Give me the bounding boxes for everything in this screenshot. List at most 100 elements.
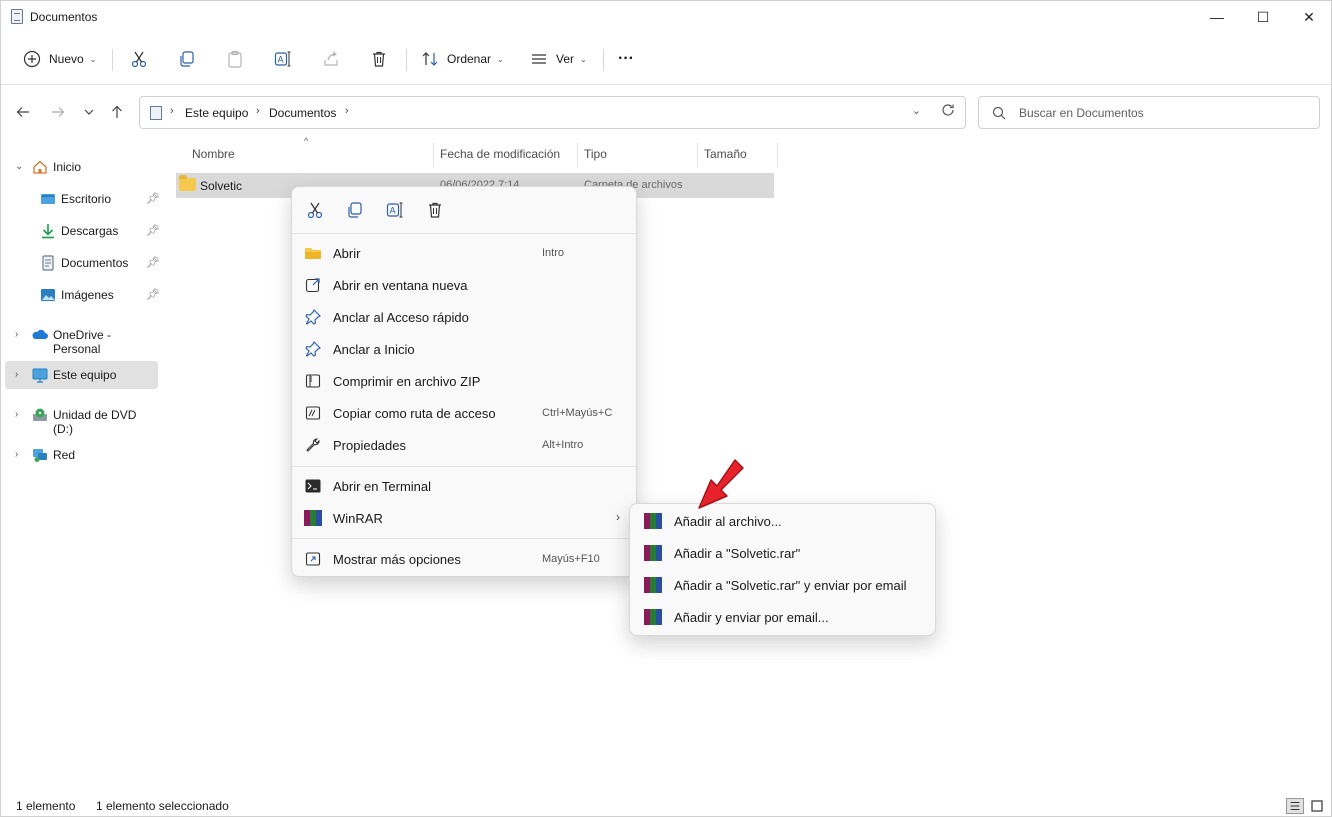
pin-icon: 📌︎ xyxy=(146,289,160,301)
column-divider[interactable] xyxy=(777,143,778,167)
sidebar-item-documentos[interactable]: Documentos 📌︎ xyxy=(5,249,160,277)
forward-button[interactable] xyxy=(47,101,69,123)
column-divider[interactable] xyxy=(697,143,698,167)
divider xyxy=(603,49,604,71)
command-bar: Nuevo ⌄ A Ordenar ⌄ Ver ⌄ ··· xyxy=(1,37,1331,81)
menu-item-abrir-ventana-nueva[interactable]: Abrir en ventana nueva xyxy=(292,269,636,301)
chevron-down-icon[interactable]: ⌄ xyxy=(912,104,921,117)
divider xyxy=(112,49,113,71)
plus-circle-icon xyxy=(21,48,43,70)
winrar-icon xyxy=(304,509,322,527)
chevron-down-icon: ⌄ xyxy=(89,54,97,64)
cut-icon[interactable] xyxy=(304,199,326,221)
column-header-size[interactable]: Tamaño xyxy=(704,147,747,161)
address-bar[interactable]: › Este equipo › Documentos › ⌄ xyxy=(139,96,966,129)
home-icon xyxy=(33,160,47,174)
chevron-down-icon[interactable]: ⌄ xyxy=(15,161,23,172)
sort-ascending-icon: ^ xyxy=(304,136,309,146)
close-button[interactable]: ✕ xyxy=(1286,1,1332,33)
menu-item-abrir-terminal[interactable]: Abrir en Terminal xyxy=(292,470,636,502)
pin-icon: 📌︎ xyxy=(146,193,160,205)
column-header-date[interactable]: Fecha de modificación xyxy=(440,147,560,161)
cut-button[interactable] xyxy=(128,45,150,73)
chevron-right-icon[interactable]: › xyxy=(15,329,18,340)
new-button[interactable]: Nuevo ⌄ xyxy=(21,45,96,73)
chevron-right-icon[interactable]: › xyxy=(15,409,18,420)
delete-icon[interactable] xyxy=(424,199,446,221)
rename-button[interactable]: A xyxy=(272,45,294,73)
menu-item-copiar-ruta[interactable]: Copiar como ruta de acceso Ctrl+Mayús+C xyxy=(292,397,636,429)
menu-item-comprimir-zip[interactable]: Comprimir en archivo ZIP xyxy=(292,365,636,397)
menu-item-anclar-acceso-rapido[interactable]: Anclar al Acceso rápido xyxy=(292,301,636,333)
sort-button[interactable]: Ordenar ⌄ xyxy=(419,45,504,73)
copy-button[interactable] xyxy=(176,45,198,73)
breadcrumb-documentos[interactable]: Documentos xyxy=(269,106,336,120)
chevron-right-icon[interactable]: › xyxy=(15,449,18,460)
menu-item-mostrar-mas-opciones[interactable]: Mostrar más opciones Mayús+F10 xyxy=(292,543,636,575)
column-header-name[interactable]: Nombre xyxy=(192,147,235,161)
desktop-icon xyxy=(41,194,55,204)
more-options-button[interactable]: ··· xyxy=(618,45,634,73)
divider xyxy=(292,233,636,234)
menu-item-anclar-inicio[interactable]: Anclar a Inicio xyxy=(292,333,636,365)
paste-button[interactable] xyxy=(224,45,246,73)
sidebar-item-red[interactable]: › Red xyxy=(5,441,158,469)
arrow-left-icon xyxy=(16,107,29,117)
sidebar-item-onedrive[interactable]: › OneDrive - Personal xyxy=(5,321,158,356)
up-button[interactable] xyxy=(106,101,128,123)
submenu-item-anadir-solvetic-rar[interactable]: Añadir a "Solvetic.rar" xyxy=(630,537,935,569)
copy-icon[interactable] xyxy=(344,199,366,221)
sidebar-item-descargas[interactable]: Descargas 📌︎ xyxy=(5,217,160,245)
breadcrumb-este-equipo[interactable]: Este equipo xyxy=(185,106,248,120)
submenu-item-anadir-archivo[interactable]: Añadir al archivo... xyxy=(630,505,935,537)
breadcrumb-separator: › xyxy=(345,105,349,117)
sidebar-item-dvd[interactable]: › Unidad de DVD (D:) xyxy=(5,401,158,436)
chevron-down-icon xyxy=(84,109,94,115)
search-icon xyxy=(992,106,1006,120)
share-button[interactable] xyxy=(320,45,342,73)
sidebar-item-este-equipo[interactable]: › Este equipo xyxy=(5,361,158,389)
sidebar-item-inicio[interactable]: ⌄ Inicio xyxy=(5,153,158,181)
sidebar-item-label: Imágenes xyxy=(61,288,114,302)
view-button[interactable]: Ver ⌄ xyxy=(528,45,587,73)
menu-item-abrir[interactable]: Abrir Intro xyxy=(292,237,636,269)
maximize-button[interactable]: ☐ xyxy=(1240,1,1286,33)
menu-item-propiedades[interactable]: Propiedades Alt+Intro xyxy=(292,429,636,461)
submenu-item-anadir-enviar-email[interactable]: Añadir a "Solvetic.rar" y enviar por ema… xyxy=(630,569,935,601)
view-icon xyxy=(528,48,550,70)
divider xyxy=(1,84,1331,85)
winrar-icon xyxy=(644,545,662,561)
column-divider[interactable] xyxy=(577,143,578,167)
refresh-icon[interactable] xyxy=(941,103,955,121)
context-menu: A Abrir Intro Abrir en ventana nueva Anc… xyxy=(291,186,637,577)
pictures-icon xyxy=(41,289,55,301)
sidebar-item-escritorio[interactable]: Escritorio 📌︎ xyxy=(5,185,160,213)
back-button[interactable] xyxy=(12,101,34,123)
tiles-view-icon[interactable] xyxy=(1308,798,1326,814)
delete-icon xyxy=(368,48,390,70)
documents-icon xyxy=(150,106,162,120)
sidebar-item-label: Documentos xyxy=(61,256,129,270)
column-header-type[interactable]: Tipo xyxy=(584,147,607,161)
divider xyxy=(292,466,636,467)
copy-icon xyxy=(176,48,198,70)
copy-path-icon xyxy=(304,404,322,422)
sidebar-item-imagenes[interactable]: Imágenes 📌︎ xyxy=(5,281,160,309)
recent-locations-button[interactable] xyxy=(78,101,100,123)
details-view-icon[interactable] xyxy=(1286,798,1304,814)
documents-app-icon xyxy=(11,9,23,24)
arrow-up-icon xyxy=(112,105,122,118)
minimize-button[interactable]: — xyxy=(1194,1,1240,33)
sidebar-item-label: Unidad de DVD (D:) xyxy=(53,408,137,436)
delete-button[interactable] xyxy=(368,45,390,73)
sidebar-item-label: Red xyxy=(53,448,76,462)
rename-icon[interactable]: A xyxy=(384,199,406,221)
column-divider[interactable] xyxy=(433,143,434,167)
submenu-item-anadir-y-enviar[interactable]: Añadir y enviar por email... xyxy=(630,601,935,633)
search-box[interactable]: Buscar en Documentos xyxy=(978,96,1320,129)
download-icon xyxy=(42,224,54,239)
menu-item-winrar[interactable]: WinRAR › xyxy=(292,502,636,534)
chevron-right-icon[interactable]: › xyxy=(15,369,18,380)
file-explorer-window: Documentos — ☐ ✕ Nuevo ⌄ A Ordenar ⌄ Ver… xyxy=(0,0,1332,817)
breadcrumb-separator: › xyxy=(170,105,174,117)
